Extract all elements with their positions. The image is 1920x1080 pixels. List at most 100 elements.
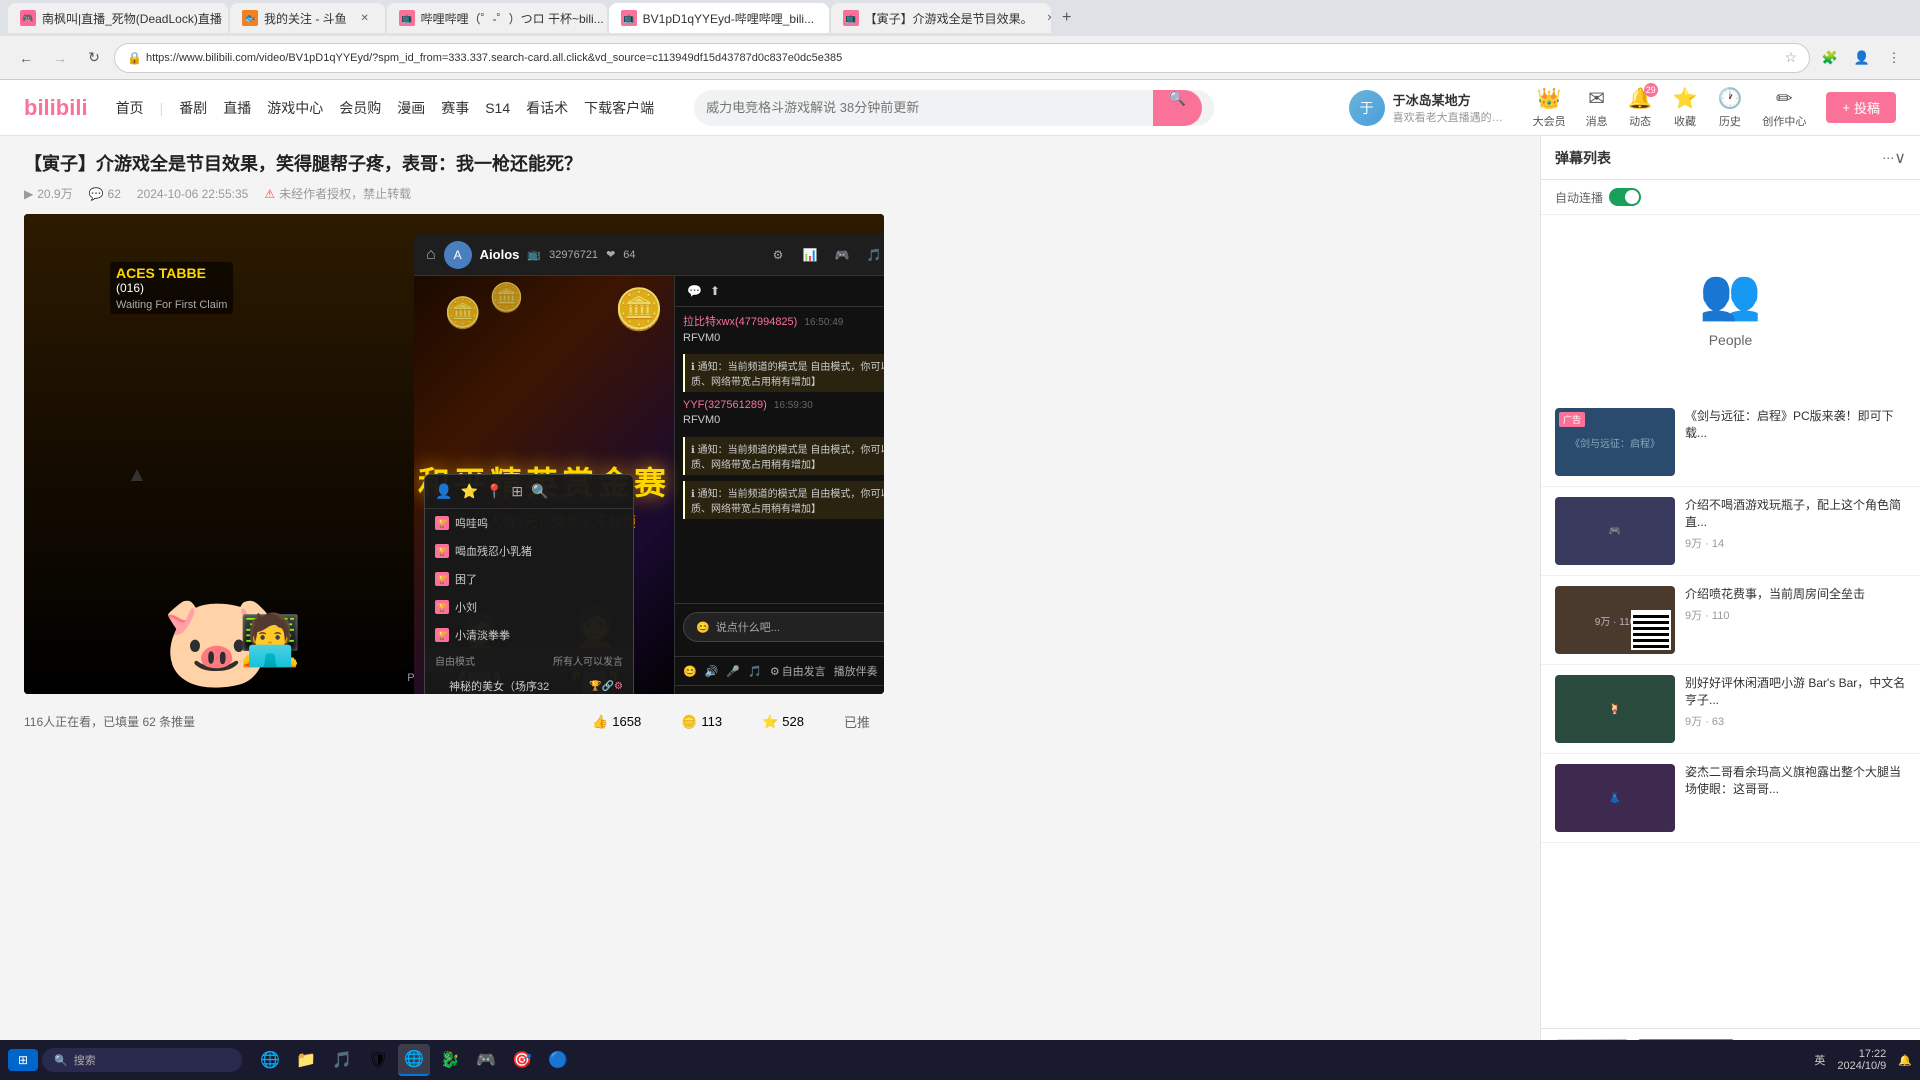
- comment-count: 💬 62: [89, 187, 121, 201]
- rec-item-3[interactable]: 9万 · 110 介绍喷花费事，当前周房间全垒击 9万 · 110: [1541, 576, 1920, 665]
- nav-tips[interactable]: 看话术: [526, 98, 568, 118]
- nav-esports[interactable]: 赛事: [441, 98, 469, 118]
- nav-s14[interactable]: S14: [485, 100, 510, 116]
- history-icon-group[interactable]: 🕐 历史: [1717, 86, 1742, 129]
- taskbar-icon-shield[interactable]: 🛡: [362, 1044, 394, 1076]
- tab-5[interactable]: 📺 【寅子】介游戏全是节目效果。 ✕: [831, 3, 1051, 33]
- tab-4-close[interactable]: ✕: [824, 10, 829, 26]
- tab-2[interactable]: 🐟 我的关注 - 斗鱼 ✕: [230, 3, 385, 33]
- sidebar-up-icon[interactable]: ⬆: [710, 284, 720, 298]
- nav-shop[interactable]: 会员购: [339, 98, 381, 118]
- popup-icon4[interactable]: 🎵: [862, 243, 884, 267]
- room-item-xiaoliu[interactable]: 🏆 小刘: [425, 593, 633, 621]
- nav-home[interactable]: 首页: [116, 98, 144, 118]
- info-icon-2: ℹ: [691, 445, 695, 456]
- action-buttons-group: 👍 1658 🪙 113 ⭐ 528 已推: [578, 706, 884, 737]
- new-tab-button[interactable]: +: [1053, 4, 1081, 32]
- dynamic-icon-group[interactable]: 🔔 29 动态: [1628, 86, 1653, 129]
- bilibili-logo[interactable]: bilibili: [24, 95, 88, 121]
- room-item-hexue[interactable]: 🏆 喝血残忍小乳猪: [425, 537, 633, 565]
- already-pushed-btn[interactable]: 已推: [830, 706, 884, 737]
- forward-button[interactable]: →: [46, 44, 74, 72]
- room-item-wuya[interactable]: 🏆 呜哇呜: [425, 509, 633, 537]
- taskbar-icon-file[interactable]: 📁: [290, 1044, 322, 1076]
- tab-4[interactable]: 📺 BV1pD1qYYEyd-哔哩哔哩_bili... ✕: [609, 3, 829, 33]
- nav-anime[interactable]: 番剧: [179, 98, 207, 118]
- taskbar-notification-icon[interactable]: 🔔: [1898, 1054, 1912, 1067]
- tab-2-close[interactable]: ✕: [357, 10, 373, 26]
- msg-2-content: RFVM0: [683, 413, 884, 428]
- upload-date: 2024-10-06 22:55:35: [137, 187, 248, 201]
- profile-button[interactable]: 👤: [1848, 44, 1876, 72]
- create-icon-group[interactable]: ✏ 创作中心: [1762, 86, 1806, 129]
- reload-button[interactable]: ↻: [80, 44, 108, 72]
- danmaku-settings-icon[interactable]: ⋯: [1882, 151, 1894, 165]
- video-thumbnail[interactable]: ACES TABBE (016) Waiting For First Claim…: [24, 214, 884, 694]
- extensions-button[interactable]: 🧩: [1816, 44, 1844, 72]
- room-search-icon[interactable]: 🔍: [531, 483, 548, 500]
- sidebar-chat-icon[interactable]: 💬: [687, 284, 702, 298]
- favorite-icon-group[interactable]: ⭐ 收藏: [1673, 86, 1698, 129]
- rec-item-1[interactable]: 广告 《剑与远征：启程》 《剑与远征：启程》PC版来袭！即可下载...: [1541, 398, 1920, 487]
- taskbar-icon-music[interactable]: 🎵: [326, 1044, 358, 1076]
- sub-room-mysterious[interactable]: 神秘的美女（场序32 🏆🔗⚙: [425, 672, 633, 694]
- tab-3[interactable]: 📺 哔哩哔哩（゜-゜）つロ 干杯~bili... ✕: [387, 3, 607, 33]
- tool-music[interactable]: 🎵: [748, 665, 762, 678]
- like-button[interactable]: 👍 1658: [578, 706, 655, 737]
- post-button[interactable]: + 投稿: [1826, 92, 1896, 123]
- rec-item-4[interactable]: 🍹 别好好评休闲酒吧小游 Bar's Bar，中文名亨子... 9万 · 63: [1541, 665, 1920, 754]
- taskbar-search[interactable]: 🔍 搜索: [42, 1048, 242, 1072]
- room-person-icon[interactable]: 👤: [435, 483, 452, 500]
- coin-button[interactable]: 🪙 113: [667, 706, 736, 737]
- danmaku-expand-icon[interactable]: ∨: [1894, 148, 1906, 168]
- tool-chart[interactable]: 📊: [768, 694, 782, 695]
- nav-download[interactable]: 下载客户端: [584, 98, 654, 118]
- search-bar[interactable]: 🔍: [694, 90, 1214, 126]
- tool-free-speech[interactable]: ⚙ 自由发言: [770, 663, 826, 679]
- address-bar[interactable]: 🔒 https://www.bilibili.com/video/BV1pD1q…: [114, 43, 1810, 73]
- room-home-icon[interactable]: ⭐: [460, 483, 477, 500]
- taskbar-icon-game2[interactable]: 🎮: [470, 1044, 502, 1076]
- rec-item-2[interactable]: 🎮 介绍不喝酒游戏玩瓶子，配上这个角色简直... 9万 · 14: [1541, 487, 1920, 576]
- taskbar-icon-browser[interactable]: 🌐: [398, 1044, 430, 1076]
- chat-input-box[interactable]: 😊 说点什么吧...: [683, 612, 884, 642]
- tab-1[interactable]: 🎮 南枫叫|直播_死物(DeadLock)直播 ✕: [8, 3, 228, 33]
- popup-home-icon[interactable]: ⌂: [426, 246, 436, 264]
- taskbar-icon-game4[interactable]: 🔵: [542, 1044, 574, 1076]
- popup-icon1[interactable]: ⚙: [766, 243, 790, 267]
- star-icon[interactable]: ☆: [1784, 49, 1797, 66]
- taskbar-icon-game3[interactable]: 🎯: [506, 1044, 538, 1076]
- taskbar-icon-ie[interactable]: 🌐: [254, 1044, 286, 1076]
- user-avatar-area[interactable]: 于 于冰岛某地方 喜欢看老大直播遇的观众一枚，主打一个迅速，喜欢就: [1349, 90, 1513, 126]
- tool-app-center[interactable]: ⊞ 应用中心: [705, 692, 760, 694]
- player-character: 🧑‍💻: [239, 611, 301, 670]
- nav-live[interactable]: 直播: [223, 98, 251, 118]
- favorite-button[interactable]: ⭐ 528: [748, 706, 818, 737]
- popup-icon2[interactable]: 📊: [798, 243, 822, 267]
- back-button[interactable]: ←: [12, 44, 40, 72]
- start-button[interactable]: ⊞: [8, 1049, 38, 1071]
- popup-icon3[interactable]: 🎮: [830, 243, 854, 267]
- tool-play-music[interactable]: 播放伴奏: [834, 663, 878, 679]
- room-grid-icon[interactable]: ⊞: [511, 483, 523, 500]
- tab-5-close[interactable]: ✕: [1043, 10, 1051, 26]
- search-button[interactable]: 🔍: [1153, 90, 1202, 126]
- game-scene: ACES TABBE (016) Waiting For First Claim…: [24, 214, 884, 694]
- search-input[interactable]: [706, 100, 1145, 115]
- tool-mic[interactable]: 🎤: [726, 665, 740, 678]
- nav-manga[interactable]: 漫画: [397, 98, 425, 118]
- room-location-icon[interactable]: 📍: [486, 483, 503, 500]
- room-item-kunle[interactable]: 🏆 困了: [425, 565, 633, 593]
- auto-next-toggle[interactable]: [1609, 188, 1641, 206]
- tool-volume[interactable]: 🔊: [705, 665, 719, 678]
- rec-item-5[interactable]: 👗 姿杰二哥看余玛高义旗袍露出整个大腿当场使眼：这哥哥...: [1541, 754, 1920, 843]
- tool-avatar[interactable]: 😊: [683, 665, 697, 678]
- tool-target[interactable]: 🎯: [683, 694, 697, 695]
- vip-icon-group[interactable]: 👑 大会员: [1533, 86, 1566, 129]
- nav-game-center[interactable]: 游戏中心: [267, 98, 323, 118]
- rec-info-3: 介绍喷花费事，当前周房间全垒击 9万 · 110: [1685, 586, 1906, 654]
- message-icon-group[interactable]: ✉ 消息: [1586, 86, 1608, 129]
- room-item-xiaoqing[interactable]: 🏆 小清淡拳拳: [425, 621, 633, 649]
- taskbar-icon-game1[interactable]: 🐉: [434, 1044, 466, 1076]
- settings-button[interactable]: ⋮: [1880, 44, 1908, 72]
